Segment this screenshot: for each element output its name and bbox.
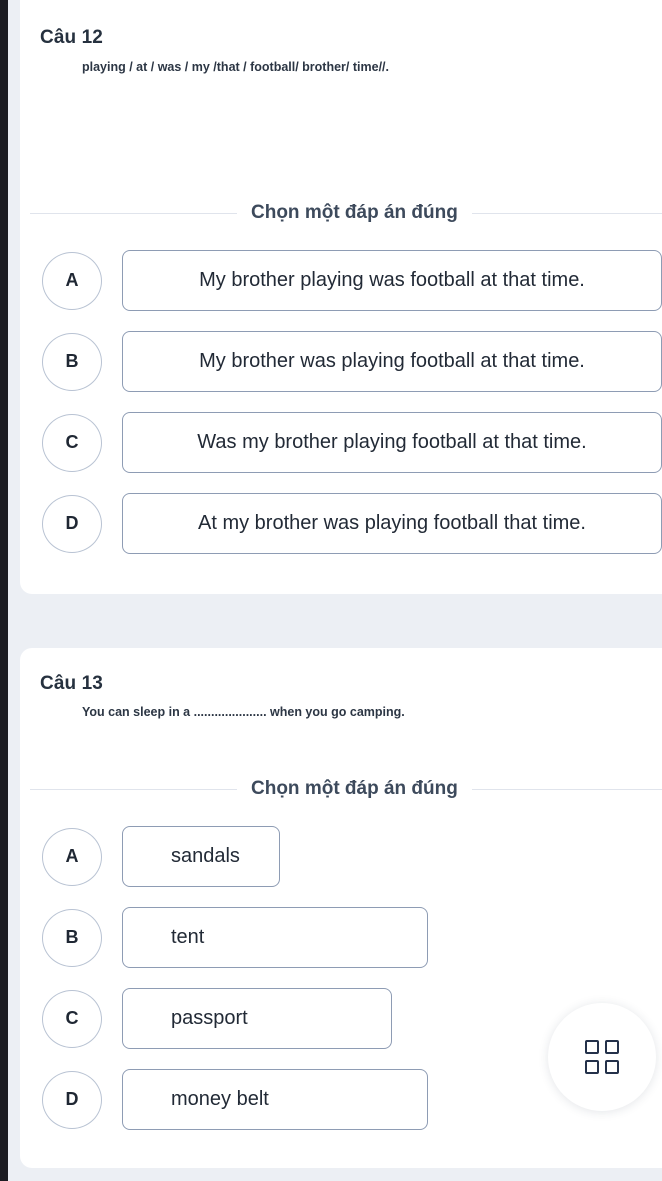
divider-line-left [30,788,237,790]
option-text-box[interactable]: money belt [122,1069,428,1130]
grid-cell [585,1040,599,1054]
answer-options-list: A My brother playing was football at tha… [20,240,662,564]
option-letter-badge[interactable]: B [42,908,102,967]
question-prompt: You can sleep in a .....................… [82,705,405,719]
choose-answer-divider: Chọn một đáp án đúng [20,202,662,224]
question-prompt: playing / at / was / my /that / football… [82,60,389,74]
answer-option-b[interactable]: B tent [20,897,662,978]
option-text-box[interactable]: At my brother was playing football that … [122,493,662,554]
question-heading: Câu 12 [40,27,103,48]
answer-option-a[interactable]: A My brother playing was football at tha… [20,240,662,321]
choose-answer-divider: Chọn một đáp án đúng [20,778,662,800]
option-letter-badge[interactable]: C [42,413,102,472]
option-text-box[interactable]: My brother playing was football at that … [122,250,662,311]
option-text-box[interactable]: passport [122,988,392,1049]
screen-left-edge [0,0,8,1181]
answer-option-b[interactable]: B My brother was playing football at tha… [20,321,662,402]
divider-line-right [471,788,662,790]
quiz-page: Câu 12 playing / at / was / my /that / f… [0,0,662,1181]
option-text-box[interactable]: Was my brother playing football at that … [122,412,662,473]
divider-line-left [30,212,237,214]
option-letter-badge[interactable]: D [42,1070,102,1129]
option-text-box[interactable]: sandals [122,826,280,887]
answer-option-d[interactable]: D At my brother was playing football tha… [20,483,662,564]
answer-option-c[interactable]: C Was my brother playing football at tha… [20,402,662,483]
question-heading: Câu 13 [40,673,103,694]
grid-cell [585,1060,599,1074]
option-text-box[interactable]: tent [122,907,428,968]
answer-option-a[interactable]: A sandals [20,816,662,897]
divider-line-right [471,212,662,214]
choose-answer-label: Chọn một đáp án đúng [251,778,458,799]
option-text-box[interactable]: My brother was playing football at that … [122,331,662,392]
option-letter-badge[interactable]: A [42,827,102,886]
option-letter-badge[interactable]: B [42,332,102,391]
question-grid-fab[interactable] [548,1003,656,1111]
choose-answer-label: Chọn một đáp án đúng [251,202,458,223]
option-letter-badge[interactable]: D [42,494,102,553]
question-card-12: Câu 12 playing / at / was / my /that / f… [20,0,662,594]
grid-2x2-icon[interactable] [585,1040,619,1074]
option-letter-badge[interactable]: A [42,251,102,310]
grid-cell [605,1060,619,1074]
grid-cell [605,1040,619,1054]
option-letter-badge[interactable]: C [42,989,102,1048]
